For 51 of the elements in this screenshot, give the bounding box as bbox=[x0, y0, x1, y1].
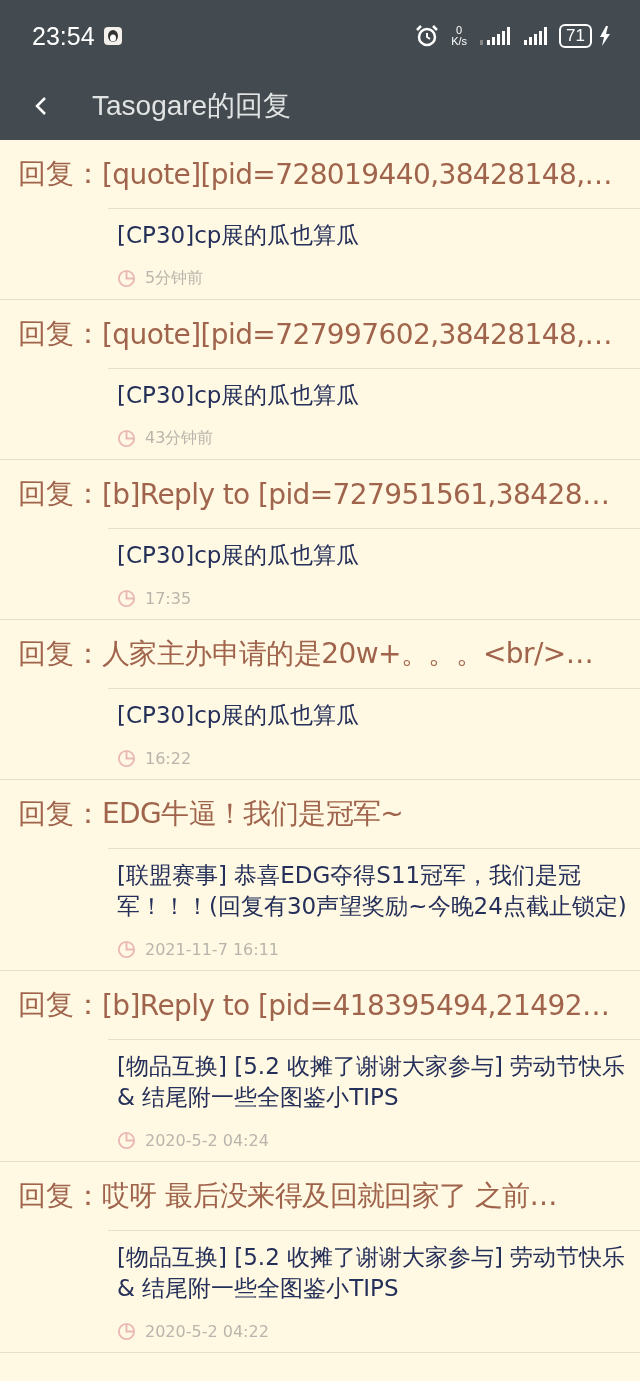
reply-label: 回复： bbox=[18, 987, 102, 1023]
reply-item[interactable]: 回复：人家主办申请的是20w+。。。<br/>… [CP30]cp展的瓜也算瓜 16:22 bbox=[0, 620, 640, 780]
clock-icon bbox=[117, 1130, 136, 1150]
topic-title: [CP30]cp展的瓜也算瓜 bbox=[117, 541, 361, 570]
topic-title: [CP30]cp展的瓜也算瓜 bbox=[117, 381, 361, 410]
alarm-icon bbox=[415, 24, 440, 48]
reply-label: 回复： bbox=[18, 1178, 102, 1214]
chevron-left-icon bbox=[34, 95, 48, 117]
post-time: 2021-11-7 16:11 bbox=[145, 939, 279, 959]
reply-label: 回复： bbox=[18, 156, 102, 192]
reply-label: 回复： bbox=[18, 476, 102, 512]
post-time: 2020-5-2 04:22 bbox=[145, 1321, 269, 1341]
app-notification-icon bbox=[102, 26, 123, 46]
reply-label: 回复： bbox=[18, 636, 102, 672]
clock-icon bbox=[117, 748, 136, 768]
reply-text: [b]Reply to [pid=727951561,38428… bbox=[102, 477, 610, 511]
post-time: 43分钟前 bbox=[145, 427, 214, 449]
post-time: 17:35 bbox=[145, 588, 192, 608]
reply-label: 回复： bbox=[18, 316, 102, 352]
post-time: 2020-5-2 04:24 bbox=[145, 1130, 269, 1150]
reply-item[interactable]: 回复：[quote][pid=727997602,38428148,… [CP30]cp展的瓜也算瓜 43分钟前 bbox=[0, 300, 640, 460]
page-title: Tasogare的回复 bbox=[92, 89, 292, 123]
post-time: 5分钟前 bbox=[145, 267, 204, 289]
reply-label: 回复： bbox=[18, 796, 102, 832]
clock-icon bbox=[117, 939, 136, 959]
clock-icon bbox=[117, 268, 136, 288]
network-speed-value: 0 bbox=[456, 25, 463, 36]
charging-icon bbox=[600, 26, 610, 46]
reply-item[interactable]: 回复：[quote][pid=728019440,38428148,… [CP30]cp展的瓜也算瓜 5分钟前 bbox=[0, 140, 640, 300]
battery-indicator: 71 bbox=[559, 24, 592, 48]
topic-title: [物品互换] [5.2 收摊了谢谢大家参与] 劳动节快乐 & 结尾附一些全图鉴小TIPS bbox=[117, 1243, 627, 1303]
topic-title: [物品互换] [5.2 收摊了谢谢大家参与] 劳动节快乐 & 结尾附一些全图鉴小TIPS bbox=[117, 1052, 627, 1112]
reply-text: 哎呀 最后没来得及回就回家了 之前… bbox=[102, 1178, 557, 1214]
clock-icon bbox=[117, 588, 136, 608]
reply-item[interactable]: 回复：哎呀 最后没来得及回就回家了 之前… [物品互换] [5.2 收摊了谢谢大家参与] 劳动节快乐 & 结尾附一些全图鉴小TIPS 2020-5-2 04:22 bbox=[0, 1162, 640, 1353]
network-speed-unit: K/s bbox=[451, 36, 468, 47]
status-time: 23:54 bbox=[32, 21, 95, 51]
post-time: 16:22 bbox=[145, 748, 192, 768]
reply-text: [b]Reply to [pid=418395494,21492… bbox=[102, 988, 610, 1022]
topic-title: [联盟赛事] 恭喜EDG夺得S11冠军，我们是冠军！！！(回复有30声望奖励~今晚24点截止锁定) bbox=[117, 861, 628, 921]
reply-text: [quote][pid=728019440,38428148,… bbox=[102, 157, 612, 191]
reply-text: [quote][pid=727997602,38428148,… bbox=[102, 317, 612, 351]
reply-item[interactable]: 回复：EDG牛逼！我们是冠军~ [联盟赛事] 恭喜EDG夺得S11冠军，我们是冠军！！！(回复有30声望奖励~今晚24点截止锁定) 2021-11-7 16:11 bbox=[0, 780, 640, 971]
clock-icon bbox=[117, 1321, 136, 1341]
topic-title: [CP30]cp展的瓜也算瓜 bbox=[117, 221, 361, 250]
reply-item[interactable]: 回复：[b]Reply to [pid=727951561,38428… [CP30]cp展的瓜也算瓜 17:35 bbox=[0, 460, 640, 620]
topic-title: [CP30]cp展的瓜也算瓜 bbox=[117, 701, 361, 730]
clock-icon bbox=[117, 428, 136, 448]
reply-text: 人家主办申请的是20w+。。。<br/>… bbox=[102, 636, 594, 672]
reply-item[interactable]: 回复：[b]Reply to [pid=418395494,21492… [物品互换] [5.2 收摊了谢谢大家参与] 劳动节快乐 & 结尾附一些全图鉴小TIPS 2020-5-2 04:24 bbox=[0, 971, 640, 1162]
reply-text: EDG牛逼！我们是冠军~ bbox=[102, 796, 404, 832]
